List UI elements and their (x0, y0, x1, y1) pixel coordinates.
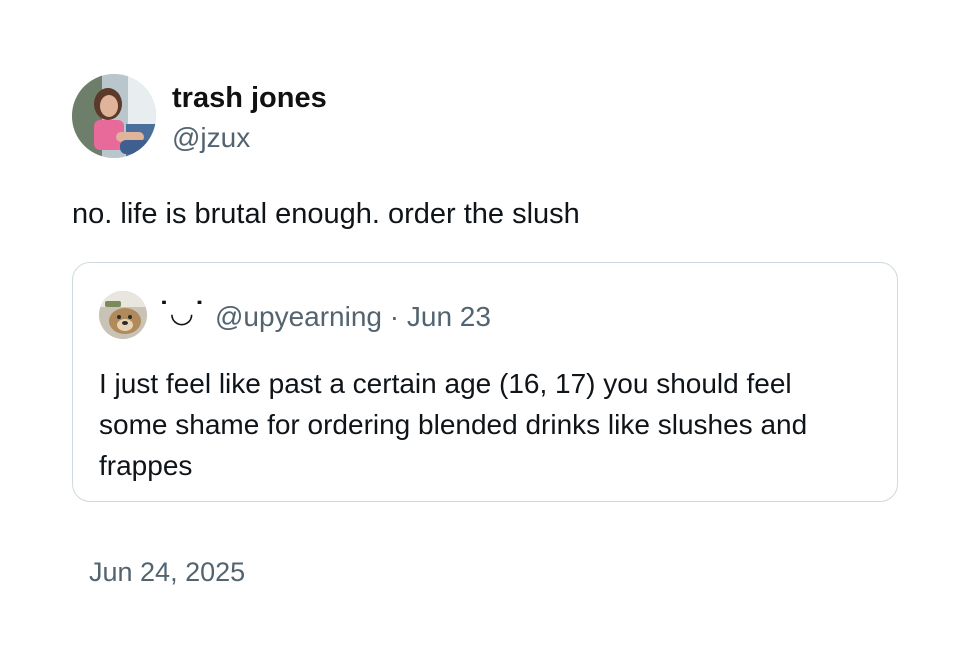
quoted-post-meta: @upyearning · Jun 23 (215, 297, 491, 337)
quoted-post-text: I just feel like past a certain age (16,… (99, 368, 808, 481)
author-names: trash jones @jzux (172, 80, 572, 156)
author-avatar[interactable] (72, 74, 156, 158)
quoted-author-avatar[interactable] (99, 291, 147, 339)
post-timestamp[interactable]: Jun 24, 2025 (89, 554, 245, 590)
quoted-author-name[interactable]: ˙◡˙ (157, 293, 207, 333)
quoted-author-handle[interactable]: @upyearning (215, 301, 382, 332)
post: trash jones @jzux no. life is brutal eno… (0, 0, 970, 664)
author-handle[interactable]: @jzux (172, 120, 572, 156)
quoted-post-date[interactable]: Jun 23 (407, 301, 491, 332)
author-display-name[interactable]: trash jones (172, 80, 572, 116)
meta-separator: · (389, 301, 400, 332)
quoted-post-card[interactable]: ˙◡˙ @upyearning · Jun 23 I just feel lik… (72, 262, 898, 502)
quoted-post-header: ˙◡˙ @upyearning · Jun 23 (99, 289, 859, 341)
post-text: no. life is brutal enough. order the slu… (72, 198, 580, 230)
